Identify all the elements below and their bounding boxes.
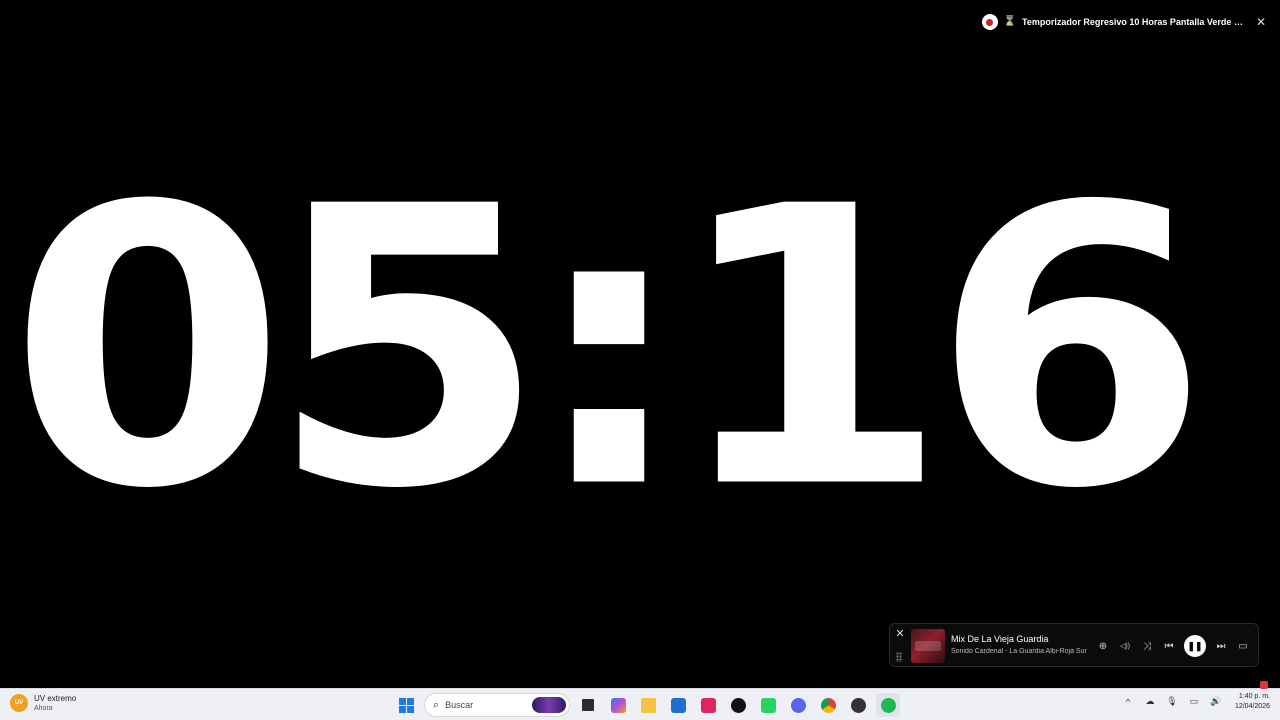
task-view-icon xyxy=(582,699,594,711)
shuffle-icon[interactable]: ⤨ xyxy=(1140,639,1154,653)
next-track-icon[interactable]: ⏭ xyxy=(1214,639,1228,653)
taskbar-tiktok[interactable] xyxy=(726,693,750,717)
taskbar-discord[interactable] xyxy=(786,693,810,717)
folder-icon xyxy=(640,697,656,713)
task-view-button[interactable] xyxy=(576,693,600,717)
taskbar-copilot[interactable] xyxy=(606,693,630,717)
close-icon[interactable]: ✕ xyxy=(894,627,906,640)
audio-output-icon[interactable]: ◁)) xyxy=(1118,639,1132,653)
taskbar-capcut[interactable] xyxy=(696,693,720,717)
media-controls: ⊕ ◁)) ⤨ ⏮ ❚❚ ⏭ ▭ xyxy=(1096,635,1250,657)
countdown-display: 05:16 xyxy=(0,126,1209,573)
microphone-icon[interactable]: 🎙 xyxy=(1165,695,1179,709)
hourglass-icon: ⌛ xyxy=(1003,16,1016,27)
chevron-up-icon[interactable]: ^ xyxy=(1121,695,1135,709)
search-placeholder: Buscar xyxy=(445,700,474,710)
taskbar-apps: ⌕ Buscar xyxy=(394,693,900,717)
close-video-icon[interactable]: ✕ xyxy=(1254,15,1268,29)
system-tray: ^ ☁ 🎙 ▭ 🔊 1:40 p. m. 12/04/2026 xyxy=(1121,693,1270,710)
video-title[interactable]: Temporizador Regresivo 10 Horas Pantalla… xyxy=(1022,17,1244,27)
clock-date: 12/04/2026 xyxy=(1234,703,1270,710)
track-title: Mix De La Vieja Guardia xyxy=(951,634,1049,644)
countdown-time: 05:16 xyxy=(8,126,1209,573)
taskbar-file-explorer[interactable] xyxy=(636,693,660,717)
start-button[interactable] xyxy=(394,693,418,717)
channel-avatar-icon[interactable] xyxy=(981,14,998,30)
network-icon[interactable]: ▭ xyxy=(1187,695,1201,709)
media-flyout: ✕ Mix De La Vieja Guardia Sonido Cardena… xyxy=(889,623,1259,667)
volume-icon[interactable]: 🔊 xyxy=(1209,695,1223,709)
add-icon[interactable]: ⊕ xyxy=(1096,639,1110,653)
pause-button[interactable]: ❚❚ xyxy=(1184,635,1206,657)
previous-track-icon[interactable]: ⏮ xyxy=(1162,639,1176,653)
discord-icon xyxy=(790,697,806,713)
track-artist: Sonido Cardenal - La Guardia Albi-Roja S… xyxy=(951,648,1087,655)
copilot-icon xyxy=(610,697,626,713)
store-icon xyxy=(670,697,686,713)
search-icon: ⌕ xyxy=(433,698,440,711)
uv-icon: UV xyxy=(10,694,28,712)
taskbar: UV UV extremo Ahora ⌕ Buscar ^ ☁ 🎙 ▭ 🔊 1… xyxy=(0,688,1280,720)
weather-title: UV extremo xyxy=(34,694,77,703)
weather-widget[interactable]: UV UV extremo Ahora xyxy=(10,694,76,712)
clock[interactable]: 1:40 p. m. 12/04/2026 xyxy=(1235,693,1270,710)
taskbar-store[interactable] xyxy=(666,693,690,717)
cast-icon[interactable]: ▭ xyxy=(1236,639,1250,653)
taskbar-whatsapp[interactable] xyxy=(756,693,780,717)
whatsapp-icon xyxy=(760,697,776,713)
chrome-icon xyxy=(820,697,836,713)
search-input[interactable]: ⌕ Buscar xyxy=(424,693,570,717)
taskbar-app-black[interactable] xyxy=(846,693,870,717)
media-info: Mix De La Vieja Guardia Sonido Cardenal … xyxy=(951,634,1093,655)
taskbar-spotify[interactable] xyxy=(876,693,900,717)
weather-subtitle: Ahora xyxy=(34,705,53,712)
tiktok-icon xyxy=(730,697,746,713)
notification-badge[interactable] xyxy=(1260,681,1268,689)
search-highlight-image[interactable] xyxy=(532,697,566,713)
spotify-icon xyxy=(880,697,896,713)
clock-time: 1:40 p. m. xyxy=(1238,693,1270,700)
album-art xyxy=(911,629,945,663)
onedrive-icon[interactable]: ☁ xyxy=(1143,695,1157,709)
video-title-bar: ⌛ Temporizador Regresivo 10 Horas Pantal… xyxy=(981,12,1268,32)
taskbar-chrome[interactable] xyxy=(816,693,840,717)
drag-handle-icon[interactable] xyxy=(896,652,902,662)
app-icon xyxy=(850,697,866,713)
windows-logo-icon xyxy=(398,697,414,713)
capcut-icon xyxy=(700,697,716,713)
